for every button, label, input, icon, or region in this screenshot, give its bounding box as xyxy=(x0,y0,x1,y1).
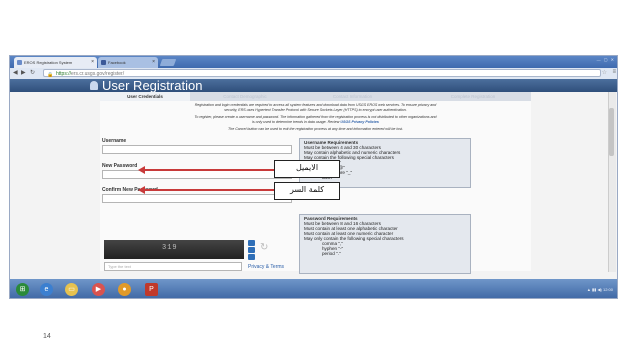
slide-page-number: 14 xyxy=(43,333,51,340)
step-contact-information: Contact Information xyxy=(332,94,373,99)
forward-icon[interactable]: ▶ xyxy=(21,69,26,76)
recaptcha-logo-icon: ↻ xyxy=(260,242,269,253)
wrench-menu-icon[interactable]: ≡ xyxy=(612,69,616,75)
ie-icon[interactable]: e xyxy=(40,283,53,296)
privacy-terms-link[interactable]: Privacy & Terms xyxy=(248,264,284,270)
captcha-text: 319 xyxy=(162,244,178,252)
intro-line-2: security, ERS uses Hypertext Transfer Pr… xyxy=(224,108,407,112)
privacy-policy-link[interactable]: USGS Privacy Policies xyxy=(340,120,379,124)
password-arrow xyxy=(144,189,274,191)
media-player-icon[interactable]: ▶ xyxy=(92,283,105,296)
intro-line-3: To register, please create a username an… xyxy=(194,115,437,119)
scrollbar-thumb[interactable] xyxy=(609,108,614,156)
confirm-password-input[interactable] xyxy=(102,194,292,203)
explorer-folder-icon[interactable]: ▭ xyxy=(65,283,78,296)
url-path: /register/ xyxy=(104,71,125,77)
refresh-icon[interactable] xyxy=(248,240,255,246)
password-arrowhead xyxy=(138,186,145,194)
step-contact-demographic: Contact Demographic xyxy=(223,94,267,99)
tab-eros-registration[interactable]: EROS Registration System × xyxy=(14,57,97,68)
tab-label: Facebook xyxy=(108,60,126,65)
system-tray: ▲ ▮▮ ◀) 12:00 xyxy=(586,287,613,292)
username-callout: الايميل xyxy=(274,160,340,178)
user-icon xyxy=(90,81,98,90)
powerpoint-icon[interactable]: P xyxy=(145,283,158,296)
window-controls[interactable]: — ▢ ✕ xyxy=(597,57,615,62)
audio-icon[interactable] xyxy=(248,247,255,253)
new-password-input[interactable] xyxy=(102,170,292,179)
captcha-input[interactable]: Type the text xyxy=(104,262,242,271)
new-password-label: New Password xyxy=(102,163,138,169)
chrome-icon[interactable]: ● xyxy=(118,283,131,296)
browser-screenshot: EROS Registration System × Facebook × — … xyxy=(9,55,618,299)
slide-top-area xyxy=(0,0,627,55)
registration-steps: User Credentials Contact Demographic Con… xyxy=(100,92,531,101)
page-title: User Registration xyxy=(102,78,203,93)
requirement-item: period "." xyxy=(322,251,341,256)
back-icon[interactable]: ◀ xyxy=(13,69,18,76)
password-requirements-box: Password Requirements Must be between 8 … xyxy=(299,214,471,274)
help-icon[interactable] xyxy=(248,254,255,260)
captcha-controls xyxy=(248,240,257,261)
intro-line-1: Registration and login credentials are r… xyxy=(194,103,437,107)
tab-label: EROS Registration System xyxy=(24,60,73,65)
username-arrowhead xyxy=(138,166,145,174)
windows-taskbar: ⊞ e ▭ ▶ ● P ▲ ▮▮ ◀) 12:00 xyxy=(10,279,617,298)
close-tab-icon[interactable]: × xyxy=(152,57,155,68)
usgs-favicon-icon xyxy=(17,60,22,65)
bookmark-star-icon[interactable]: ☆ xyxy=(602,69,607,76)
password-callout: كلمة السر xyxy=(274,182,340,200)
tab-facebook[interactable]: Facebook × xyxy=(98,57,158,68)
intro-line-5: The Cancel button can be used to exit th… xyxy=(228,127,403,131)
step-complete-registration: Complete Registration xyxy=(450,94,496,99)
facebook-favicon-icon xyxy=(101,60,106,65)
url-input[interactable]: 🔒 https://ers.cr.usgs.gov/register/ xyxy=(43,69,601,78)
reload-icon[interactable]: ↻ xyxy=(30,69,35,76)
url-host: ers.cr.usgs.gov xyxy=(71,71,105,77)
captcha-image: 319 xyxy=(104,240,244,259)
username-arrow xyxy=(144,169,274,171)
intro-line-4-text: is only used to determine trends in data… xyxy=(252,120,340,124)
username-label: Username xyxy=(102,138,127,144)
lock-icon: 🔒 xyxy=(47,72,54,78)
new-tab-button[interactable] xyxy=(159,59,177,66)
step-user-credentials: User Credentials xyxy=(100,92,190,101)
page-header: User Registration xyxy=(10,78,617,93)
tab-bar: EROS Registration System × Facebook × — … xyxy=(10,56,617,68)
intro-line-4: is only used to determine trends in data… xyxy=(103,120,528,125)
url-protocol: https:// xyxy=(56,71,72,77)
start-button-icon[interactable]: ⊞ xyxy=(16,283,29,296)
close-tab-icon[interactable]: × xyxy=(91,57,94,68)
username-input[interactable] xyxy=(102,145,292,154)
